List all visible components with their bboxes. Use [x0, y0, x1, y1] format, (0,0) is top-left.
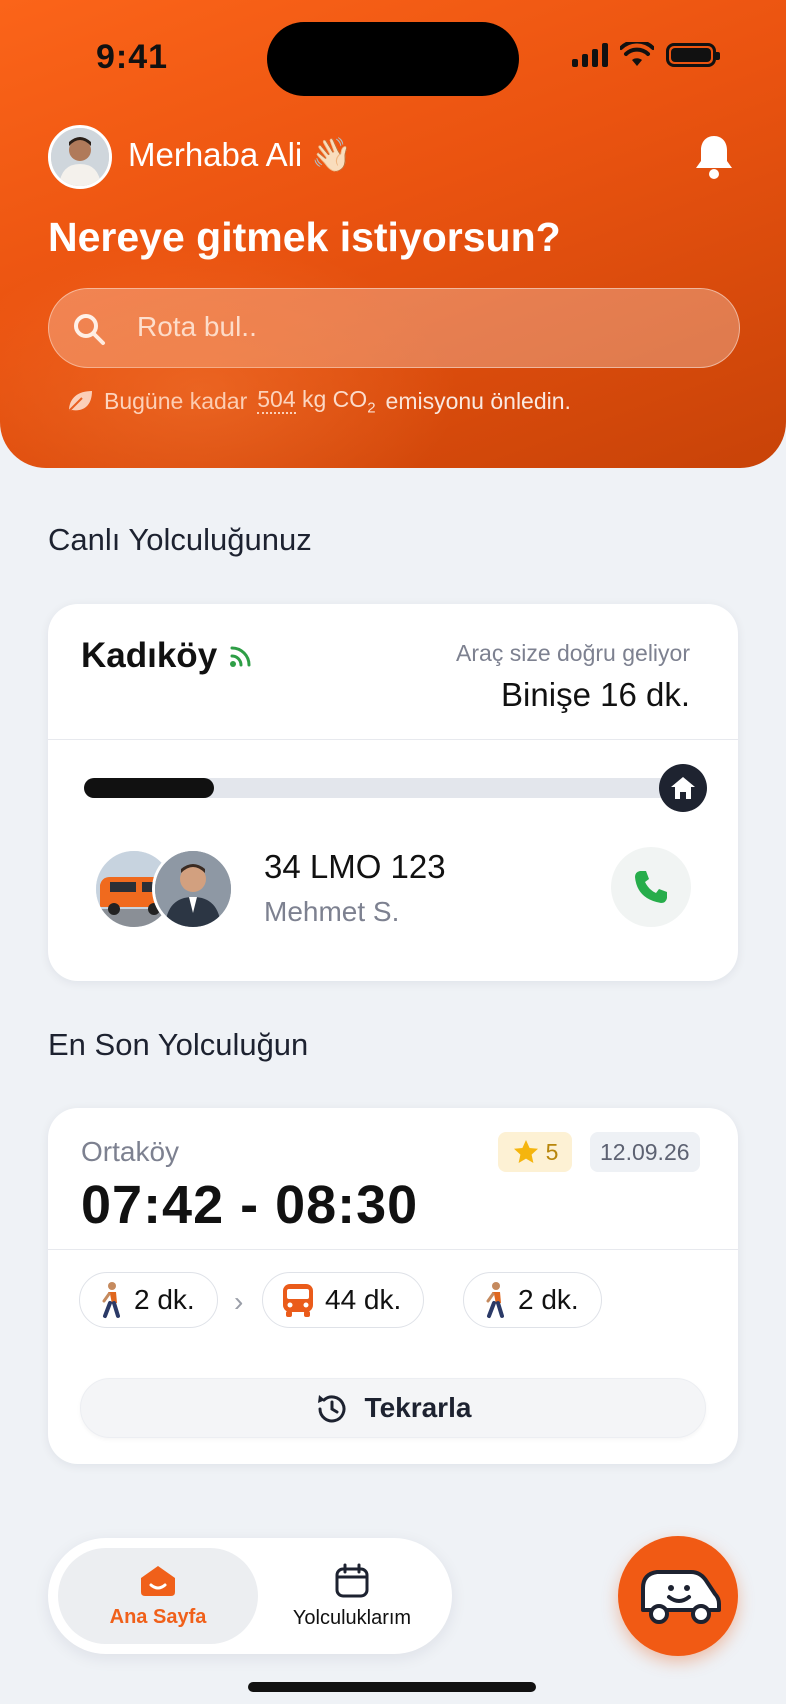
leg-duration: 2 dk. [134, 1284, 195, 1315]
avatar[interactable] [48, 125, 112, 189]
last-trip-card[interactable]: Ortaköy 07:42 - 08:30 5 12.09.26 2 dk. ›… [48, 1108, 738, 1464]
signal-icon [572, 43, 608, 67]
trip-rating: 5 [498, 1132, 572, 1172]
walk-icon [486, 1282, 504, 1318]
battery-icon [666, 43, 720, 67]
leaf-icon [68, 391, 92, 413]
assistant-fab-button[interactable] [618, 1536, 738, 1656]
status-time: 9:41 [96, 38, 169, 76]
driver-photo [152, 848, 234, 930]
search-icon [74, 314, 105, 345]
live-trip-title: Canlı Yolculuğunuz [48, 522, 312, 557]
repeat-trip-button[interactable]: Tekrarla [80, 1378, 706, 1438]
leg-bus: 44 dk. [262, 1272, 425, 1328]
phone-icon [635, 871, 667, 903]
live-signal-icon [230, 646, 251, 667]
rating-value: 5 [545, 1138, 559, 1165]
live-trip-card[interactable]: Kadıköy Araç size doğru geliyor Binişe 1… [48, 604, 738, 981]
home-tab-icon [141, 1565, 175, 1596]
vehicle-plate: 34 LMO 123 [264, 848, 446, 885]
bell-icon[interactable] [692, 132, 736, 180]
tab-trips[interactable]: Yolculuklarım [262, 1548, 442, 1644]
trip-date: 12.09.26 [590, 1132, 700, 1172]
chevron-right-icon: › [234, 1286, 244, 1317]
co2-amount: 504 [257, 386, 296, 414]
tab-home[interactable]: Ana Sayfa [58, 1548, 258, 1644]
smiling-van-icon [641, 1570, 721, 1624]
search-placeholder: Rota bul.. [137, 311, 257, 342]
trip-progress-bar [84, 778, 674, 798]
calendar-icon [335, 1563, 369, 1597]
vehicle-status: Araç size doğru geliyor [456, 640, 690, 666]
wifi-icon [620, 42, 654, 66]
co2-prefix: Bugüne kadar [104, 387, 248, 414]
co2-unit: kg CO [302, 386, 368, 412]
trip-origin: Ortaköy [81, 1136, 180, 1167]
boarding-eta: Binişe 16 dk. [501, 676, 690, 713]
home-indicator [248, 1682, 536, 1692]
leg-walk-end: 2 dk. [463, 1272, 602, 1328]
divider [48, 739, 738, 740]
tab-home-label: Ana Sayfa [109, 1605, 207, 1628]
leg-walk-start: 2 dk. [79, 1272, 218, 1328]
trip-progress-fill [84, 778, 214, 798]
co2-subscript: 2 [367, 399, 376, 417]
trip-time-range: 07:42 - 08:30 [81, 1175, 419, 1235]
bus-icon [283, 1284, 313, 1317]
leg-duration: 2 dk. [518, 1284, 579, 1315]
dynamic-island [267, 22, 519, 96]
tab-trips-label: Yolculuklarım [292, 1606, 412, 1629]
leg-duration: 44 dk. [325, 1284, 402, 1315]
last-trip-title: En Son Yolculuğun [48, 1027, 309, 1062]
tab-bar: Ana Sayfa Yolculuklarım [48, 1538, 452, 1654]
co2-savings: Bugüne kadar 504 kg CO2 emisyonu önledin… [66, 386, 571, 417]
search-input[interactable]: Rota bul.. [48, 288, 740, 368]
page-title: Nereye gitmek istiyorsun? [48, 214, 561, 260]
divider [48, 1249, 738, 1250]
greeting: Merhaba Ali 👋🏻 [128, 136, 353, 173]
home-icon [659, 764, 707, 812]
header-hero: 9:41 Merhaba Ali 👋🏻 Nereye gitmek istiyo… [0, 0, 786, 468]
call-driver-button[interactable] [611, 847, 691, 927]
live-destination: Kadıköy [81, 636, 218, 675]
walk-icon [102, 1282, 120, 1318]
star-icon [513, 1140, 538, 1163]
status-icons [572, 42, 720, 68]
repeat-icon [317, 1395, 346, 1423]
driver-name: Mehmet S. [264, 896, 400, 927]
co2-suffix: emisyonu önledin. [385, 387, 571, 414]
repeat-label: Tekrarla [364, 1392, 472, 1423]
